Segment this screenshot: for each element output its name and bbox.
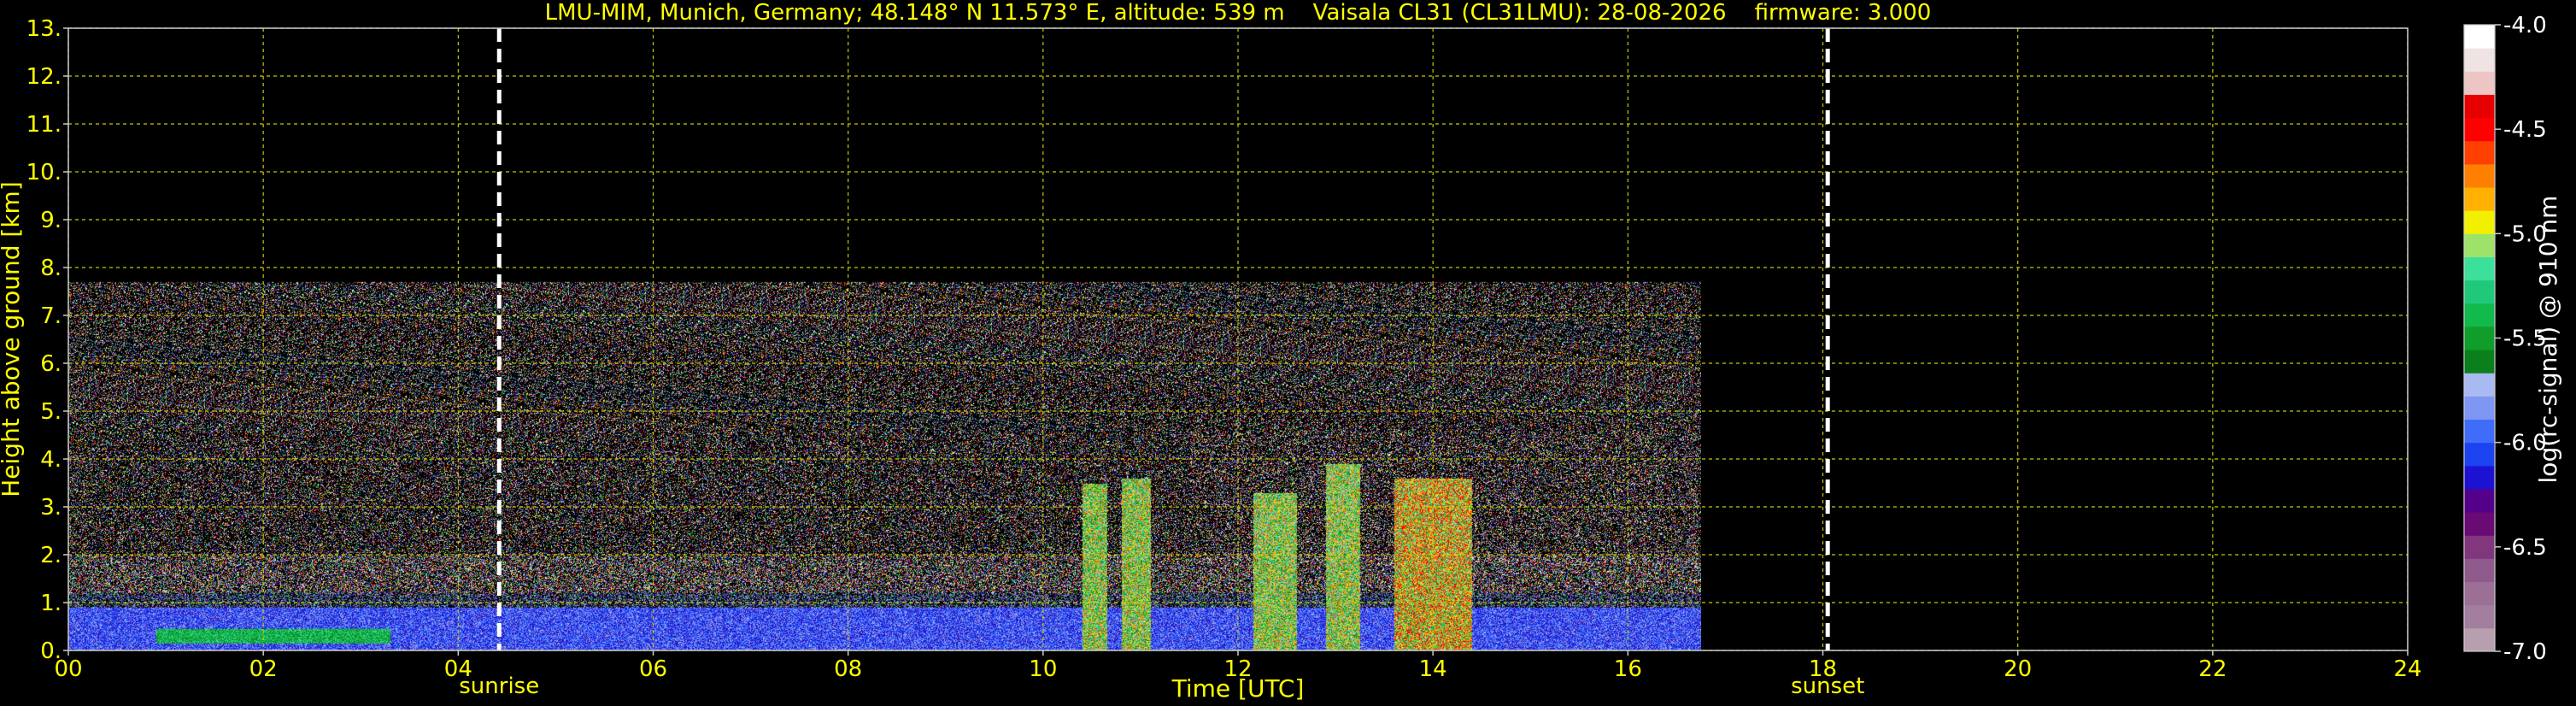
x-tick-label: 16 [1614,656,1642,682]
x-axis-label: Time [UTC] [1171,674,1305,703]
y-tick-label: 1. [40,591,62,616]
x-tick-label: 06 [639,656,667,682]
colorbar-tick-label: -7.0 [2503,639,2547,665]
y-tick-label: 9. [40,208,62,233]
colorbar-swatch [2464,350,2495,374]
colorbar-swatch [2464,94,2495,119]
colorbar-swatch [2464,233,2495,257]
y-tick-label: 10. [26,160,62,185]
colorbar-swatch [2464,187,2495,211]
colorbar-label: log(rc-signal) @ 910 nm [2534,196,2562,484]
y-tick-label: 11. [26,112,62,138]
colorbar-swatch [2464,535,2495,559]
x-tick-label: 24 [2393,656,2421,682]
y-tick-label: 7. [40,303,62,329]
colorbar-swatch [2464,465,2495,490]
x-tick-label: 10 [1029,656,1057,682]
colorbar-swatch [2464,71,2495,95]
colorbar-swatch [2464,117,2495,142]
backscatter-image [68,281,1701,650]
colorbar-swatch [2464,558,2495,583]
x-tick-label: 22 [2198,656,2227,682]
colorbar-swatch [2464,373,2495,397]
y-tick-label: 2. [40,543,62,568]
y-tick-label: 13. [26,16,62,42]
colorbar-swatch [2464,419,2495,444]
x-tick-label: 02 [249,656,278,682]
colorbar-swatch [2464,303,2495,327]
x-tick-label: 04 [444,656,472,682]
colorbar-swatch [2464,256,2495,281]
chart-title: LMU-MIM, Munich, Germany; 48.148° N 11.5… [545,0,1932,26]
colorbar-swatch [2464,581,2495,606]
backscatter-pixels [68,281,1701,650]
colorbar-swatch [2464,279,2495,304]
colorbar-swatch [2464,627,2495,652]
x-tick-label: 18 [1809,656,1837,682]
x-tick-label: 20 [2004,656,2032,682]
colorbar-swatch [2464,604,2495,629]
colorbar-swatch [2464,210,2495,234]
colorbar-swatch [2464,140,2495,165]
colorbar-swatch [2464,326,2495,350]
y-axis-label: Height above ground [km] [0,181,25,497]
colorbar-swatch [2464,163,2495,188]
y-tick-label: 5. [40,399,62,425]
y-tick-label: 4. [40,447,62,473]
y-tick-label: 0. [40,638,62,664]
ceilometer-chart: sunrise sunset 00 02 04 06 08 10 12 14 16 18 20 22 24… [0,0,2576,706]
y-tick-label: 12. [26,64,62,90]
colorbar-tick-label: -4.5 [2503,117,2547,143]
colorbar-swatch [2464,442,2495,467]
colorbar-swatch [2464,48,2495,72]
colorbar-swatch [2464,512,2495,536]
colorbar-swatch [2464,488,2495,513]
x-tick-label: 08 [834,656,862,682]
colorbar-tick-label: -6.5 [2503,535,2547,561]
colorbar-swatch [2464,396,2495,421]
y-tick-label: 3. [40,495,62,521]
y-tick-label: 8. [40,256,62,281]
colorbar-swatch [2464,25,2495,49]
y-tick-label: 6. [40,351,62,377]
colorbar-tick-label: -4.0 [2503,13,2547,38]
x-tick-label: 14 [1419,656,1447,682]
